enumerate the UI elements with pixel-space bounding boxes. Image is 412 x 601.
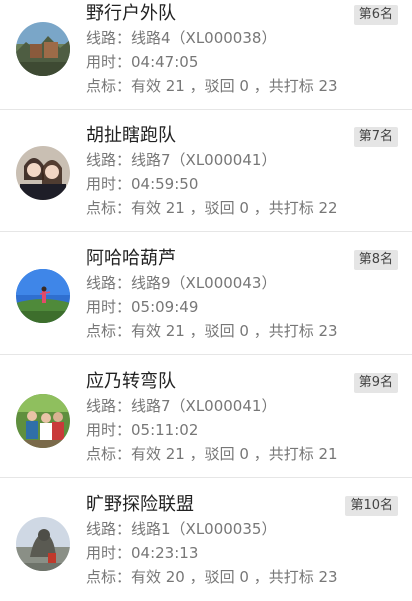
group-photo-avatar — [16, 394, 70, 448]
points-line: 点标：有效 21 ，驳回 0 ，共打标 23 — [86, 77, 338, 95]
two-women-selfie-avatar — [16, 146, 70, 200]
time-line: 用时：05:09:49 — [86, 298, 199, 316]
team-list-item[interactable]: 胡扯瞎跑队 第7名 线路：线路7（XL000041） 用时：04:59:50 点… — [0, 110, 412, 232]
team-ranking-list: 野行户外队 第6名 线路：线路4（XL000038） 用时：04:47:05 点… — [0, 0, 412, 601]
route-line: 线路：线路1（XL000035） — [86, 520, 277, 538]
team-name: 旷野探险联盟 — [86, 494, 194, 515]
team-name: 应乃转弯队 — [86, 371, 176, 392]
rank-badge: 第9名 — [353, 373, 398, 393]
route-line: 线路：线路4（XL000038） — [86, 29, 277, 47]
team-name: 阿哈哈葫芦 — [86, 248, 176, 269]
points-line: 点标：有效 21 ，驳回 0 ，共打标 21 — [86, 445, 338, 463]
time-line: 用时：05:11:02 — [86, 421, 199, 439]
rank-badge: 第8名 — [353, 250, 398, 270]
statue-sky-avatar — [16, 517, 70, 571]
team-list-item[interactable]: 阿哈哈葫芦 第8名 线路：线路9（XL000043） 用时：05:09:49 点… — [0, 233, 412, 355]
time-line: 用时：04:59:50 — [86, 175, 199, 193]
rank-badge: 第7名 — [353, 127, 398, 147]
points-line: 点标：有效 21 ，驳回 0 ，共打标 22 — [86, 199, 338, 217]
rank-badge: 第10名 — [345, 496, 398, 516]
points-line: 点标：有效 20 ，驳回 0 ，共打标 23 — [86, 568, 338, 586]
person-on-field-avatar — [16, 269, 70, 323]
points-line: 点标：有效 21 ，驳回 0 ，共打标 23 — [86, 322, 338, 340]
time-line: 用时：04:47:05 — [86, 53, 199, 71]
rank-badge: 第6名 — [353, 5, 398, 25]
time-line: 用时：04:23:13 — [86, 544, 199, 562]
team-list-item[interactable]: 旷野探险联盟 第10名 线路：线路1（XL000035） 用时：04:23:13… — [0, 479, 412, 601]
landscape-photo-avatar — [16, 22, 70, 76]
team-list-item[interactable]: 应乃转弯队 第9名 线路：线路7（XL000041） 用时：05:11:02 点… — [0, 356, 412, 478]
team-list-item[interactable]: 野行户外队 第6名 线路：线路4（XL000038） 用时：04:47:05 点… — [0, 0, 412, 110]
route-line: 线路：线路7（XL000041） — [86, 151, 277, 169]
team-name: 野行户外队 — [86, 3, 176, 24]
route-line: 线路：线路9（XL000043） — [86, 274, 277, 292]
route-line: 线路：线路7（XL000041） — [86, 397, 277, 415]
team-name: 胡扯瞎跑队 — [86, 125, 176, 146]
